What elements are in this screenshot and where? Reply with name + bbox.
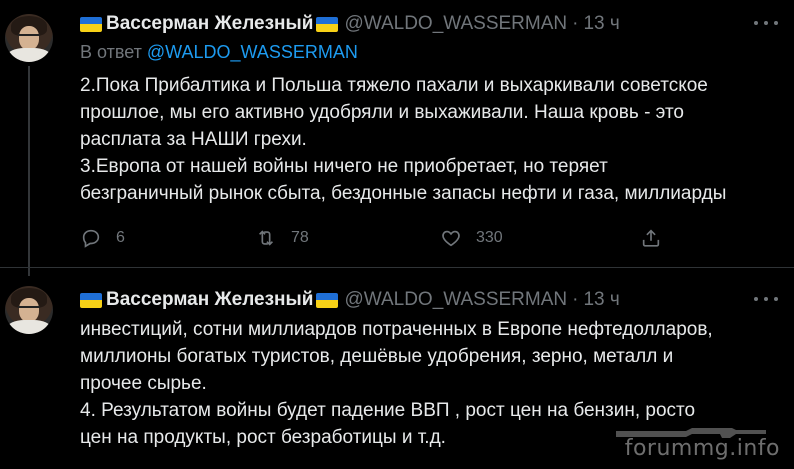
reply-icon xyxy=(82,229,100,248)
avatar[interactable] xyxy=(5,14,53,62)
tweet-header: Вассерман Железный @WALDO_WASSERMAN · 13… xyxy=(80,12,620,36)
display-name[interactable]: Вассерман Железный xyxy=(106,289,313,311)
display-name[interactable]: Вассерман Железный xyxy=(106,13,313,35)
tweet[interactable]: Вассерман Железный @WALDO_WASSERMAN · 13… xyxy=(0,0,794,276)
thread-line xyxy=(28,66,30,276)
avatar[interactable] xyxy=(5,286,53,334)
user-handle[interactable]: @WALDO_WASSERMAN xyxy=(344,289,567,311)
retweet-icon xyxy=(258,230,274,246)
tweet-text-line: безграничный рынок сбыта, бездонные запа… xyxy=(80,183,727,204)
tweet-text-line: инвестиций, сотни миллиардов потраченных… xyxy=(80,319,713,340)
reply-count: 6 xyxy=(116,229,125,246)
share-button[interactable] xyxy=(640,226,676,250)
ukraine-flag-icon xyxy=(316,16,339,32)
retweet-button[interactable]: 78 xyxy=(255,226,309,250)
retweet-count: 78 xyxy=(291,229,309,246)
ukraine-flag-icon xyxy=(316,292,339,308)
reply-prefix: В ответ xyxy=(80,42,142,62)
separator-dot: · xyxy=(572,289,579,310)
tweet-header: Вассерман Железный @WALDO_WASSERMAN · 13… xyxy=(80,288,620,312)
more-options-icon[interactable] xyxy=(754,18,778,28)
reply-mention-link[interactable]: @WALDO_WASSERMAN xyxy=(147,42,358,62)
tweet-text-line: 2.Пока Прибалтика и Польша тяжело пахали… xyxy=(80,75,708,96)
tweet-text-line: миллионы богатых туристов, дешёвые удобр… xyxy=(80,346,674,367)
like-button[interactable]: 330 xyxy=(440,226,503,250)
ukraine-flag-icon xyxy=(80,16,102,32)
separator-dot: · xyxy=(572,13,579,34)
tweet-text-line: 3.Европа от нашей войны ничего не приобр… xyxy=(80,156,608,177)
timestamp[interactable]: 13 ч xyxy=(583,289,619,311)
reply-context: В ответ @WALDO_WASSERMAN xyxy=(80,42,358,63)
tweet-text: 2.Пока Прибалтика и Польша тяжело пахали… xyxy=(80,72,780,207)
more-options-icon[interactable] xyxy=(754,294,778,304)
tweet-text-line: 4. Результатом войны будет падение ВВП ,… xyxy=(80,400,696,421)
watermark: forummg.info xyxy=(624,436,780,461)
heart-icon xyxy=(442,230,460,247)
reply-button[interactable]: 6 xyxy=(80,226,125,250)
like-count: 330 xyxy=(476,229,503,246)
tweet-text-line: прошлое, мы его активно удобряли и выхаж… xyxy=(80,102,685,123)
user-handle[interactable]: @WALDO_WASSERMAN xyxy=(344,13,567,35)
tweet-text-line: расплата за НАШИ грехи. xyxy=(80,129,307,150)
timestamp[interactable]: 13 ч xyxy=(583,13,619,35)
share-icon xyxy=(642,229,660,247)
ukraine-flag-icon xyxy=(80,292,102,308)
tweet-text-line: прочее сырье. xyxy=(80,373,207,394)
tweet-actions: 6 78 330 xyxy=(80,226,670,250)
